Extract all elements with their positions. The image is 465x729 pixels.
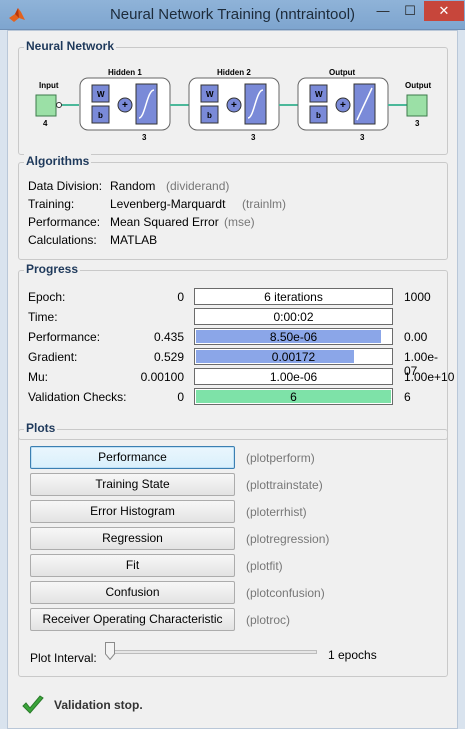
algorithm-value: Random	[110, 179, 156, 193]
plot-interval-value: 1 epochs	[328, 648, 377, 662]
hidden2-label: Hidden 2	[217, 68, 251, 77]
hidden1-bias-label: b	[98, 111, 103, 120]
close-button[interactable]: ✕	[424, 1, 464, 21]
progress-min: 0.435	[153, 330, 184, 344]
input-junction	[56, 102, 62, 108]
hidden1-size: 3	[142, 133, 147, 142]
plot-performance-button[interactable]: Performance	[30, 446, 235, 469]
algorithm-fn: (dividerand)	[166, 179, 230, 193]
output-bias-label: b	[316, 111, 321, 120]
algorithm-fn: (mse)	[224, 215, 255, 229]
plot-fn-label: (ploterrhist)	[246, 505, 307, 519]
progress-value: 8.50e-06	[269, 330, 318, 344]
plot-roc-button[interactable]: Receiver Operating Characteristic	[30, 608, 235, 631]
algorithm-value: Mean Squared Error	[110, 215, 219, 229]
algorithm-label: Training:	[28, 197, 75, 211]
progress-row-gradient: Gradient: 0.529 0.00172 1.00e-07	[28, 348, 448, 378]
plot-regression-button[interactable]: Regression	[30, 527, 235, 550]
plot-fn-label: (plotregression)	[246, 532, 330, 546]
plot-error-histogram-button[interactable]: Error Histogram	[30, 500, 235, 523]
neural-network-panel: Neural Network Input 4 Hidden 1 W b + 3 …	[18, 39, 448, 155]
progress-min: 0	[177, 390, 184, 404]
progress-max: 1000	[404, 290, 431, 304]
maximize-button[interactable]: ☐	[397, 1, 423, 21]
progress-label: Performance:	[28, 330, 101, 344]
output-layer-label: Output	[329, 68, 356, 77]
plot-confusion-button[interactable]: Confusion	[30, 581, 235, 604]
algorithm-label: Calculations:	[28, 233, 97, 247]
progress-min: 0	[177, 290, 184, 304]
section-title-algorithms: Algorithms	[24, 154, 92, 168]
progress-value: 6 iterations	[264, 290, 323, 304]
progress-min: 0.00100	[140, 370, 184, 384]
network-diagram: Input 4 Hidden 1 W b + 3 Hidden 2 W b + …	[35, 68, 432, 142]
progress-max: 6	[404, 390, 411, 404]
progress-row-epoch: Epoch: 0 6 iterations 1000	[28, 288, 448, 306]
output-box	[406, 94, 428, 117]
output-size: 3	[415, 119, 420, 128]
plot-fn-label: (plottrainstate)	[246, 478, 323, 492]
minimize-button[interactable]: —	[370, 1, 396, 21]
window-client-area: Neural Network Input 4 Hidden 1 W b + 3 …	[7, 30, 458, 729]
svg-text:+: +	[340, 100, 346, 111]
progress-panel: Progress Epoch: 0 6 iterations 1000 Time…	[18, 262, 454, 440]
progress-value: 1.00e-06	[269, 370, 318, 384]
algorithm-value: MATLAB	[110, 233, 158, 247]
progress-value: 0.00172	[271, 350, 316, 364]
output-weight-label: W	[315, 90, 323, 99]
progress-bar: 1.00e-06	[194, 368, 393, 385]
progress-label: Epoch:	[28, 290, 66, 304]
progress-bar: 6	[194, 388, 393, 405]
output-layer-size: 3	[360, 133, 365, 142]
plot-fn-label: (plotperform)	[246, 451, 315, 465]
input-label: Input	[39, 81, 59, 90]
hidden2-bias-label: b	[207, 111, 212, 120]
progress-bar: 0.00172	[194, 348, 393, 365]
progress-max: 0.00	[404, 330, 428, 344]
progress-row-time: Time: 0:00:02	[28, 308, 448, 326]
progress-bar: 0:00:02	[194, 308, 393, 325]
progress-bar: 8.50e-06	[194, 328, 393, 345]
progress-label: Time:	[28, 310, 58, 324]
progress-row-performance: Performance: 0.435 8.50e-06 0.00	[28, 328, 448, 346]
plot-fn-label: (plotconfusion)	[246, 586, 325, 600]
status-message: Validation stop.	[54, 698, 143, 712]
progress-bar: 6 iterations	[194, 288, 393, 305]
algorithm-fn: (trainlm)	[242, 197, 286, 211]
progress-row-mu: Mu: 0.00100 1.00e-06 1.00e+10	[28, 368, 454, 386]
svg-text:+: +	[122, 100, 128, 111]
hidden2-size: 3	[251, 133, 256, 142]
progress-label: Validation Checks:	[28, 390, 127, 404]
hidden1-weight-label: W	[97, 90, 105, 99]
plot-interval-label: Plot Interval:	[30, 651, 97, 665]
progress-value: 6	[290, 390, 297, 404]
algorithm-label: Data Division:	[28, 179, 103, 193]
progress-value: 0:00:02	[273, 310, 314, 324]
svg-text:+: +	[231, 100, 237, 111]
output-label: Output	[405, 81, 432, 90]
progress-label: Gradient:	[28, 350, 78, 364]
progress-min: 0.529	[153, 350, 184, 364]
plots-panel: Plots Performance (plotperform) Training…	[18, 421, 448, 677]
plot-interval-slider-track[interactable]	[105, 650, 317, 654]
progress-row-validation-checks: Validation Checks: 0 6 6	[28, 388, 448, 406]
title-bar[interactable]: Neural Network Training (nntraintool) — …	[0, 0, 465, 30]
progress-max: 1.00e+10	[404, 370, 455, 384]
algorithms-panel: Algorithms Data Division: Random (divide…	[18, 154, 448, 260]
plot-interval-slider-thumb[interactable]	[105, 642, 115, 660]
plot-fn-label: (plotfit)	[246, 559, 283, 573]
plot-fit-button[interactable]: Fit	[30, 554, 235, 577]
algorithm-label: Performance:	[28, 215, 101, 229]
section-title-plots: Plots	[24, 421, 58, 435]
plot-training-state-button[interactable]: Training State	[30, 473, 235, 496]
input-box	[35, 94, 57, 117]
input-size: 4	[43, 119, 48, 128]
plot-fn-label: (plotroc)	[246, 613, 291, 627]
algorithm-value: Levenberg-Marquardt	[110, 197, 226, 211]
hidden1-label: Hidden 1	[108, 68, 142, 77]
checkmark-icon	[22, 695, 44, 714]
progress-label: Mu:	[28, 370, 49, 384]
section-title-progress: Progress	[24, 262, 81, 276]
hidden2-weight-label: W	[206, 90, 214, 99]
